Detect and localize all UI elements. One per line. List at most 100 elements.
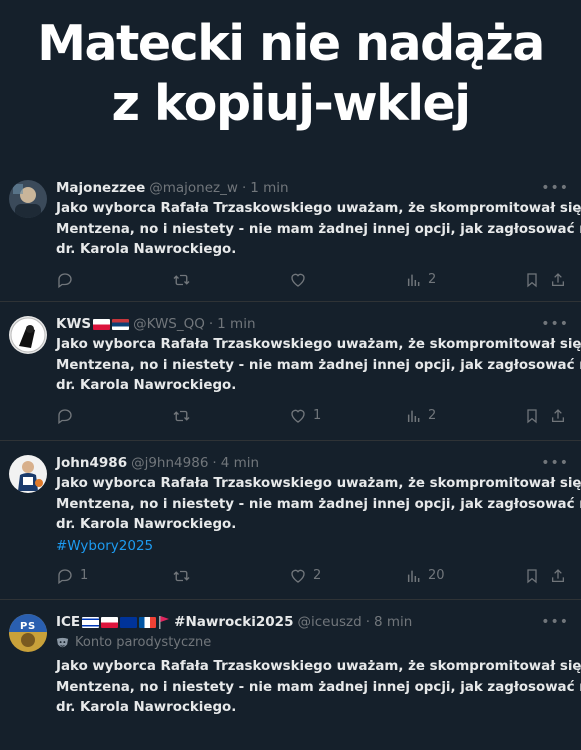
author-name[interactable]: John4986	[56, 453, 127, 473]
avatar[interactable]: P S	[9, 614, 47, 652]
more-dots-icon[interactable]: •••	[541, 455, 569, 471]
tweet-text: Jako wyborca Rafała Trzaskowskiego uważa…	[56, 199, 581, 261]
bookmark-icon	[527, 272, 537, 287]
tweet-text-line: Jako wyborca Rafała Trzaskowskiego uważa…	[56, 476, 581, 491]
author-handle[interactable]: @majonez_w	[149, 178, 238, 198]
tweet-text-line: Mentzena, no i niestety - nie mam żadnej…	[56, 357, 581, 373]
tweet-text-line: Jako wyborca Rafała Trzaskowskiego uważa…	[56, 337, 581, 352]
share-icon	[552, 568, 564, 582]
view-count: 20	[428, 568, 445, 583]
views-chart-icon	[407, 570, 420, 582]
avatar[interactable]	[9, 455, 47, 493]
serbia-flag-icon	[112, 318, 130, 330]
tweet-text-line: dr. Karola Nawrockiego.	[56, 378, 237, 393]
retweet-icon	[173, 274, 190, 285]
avatar[interactable]	[9, 316, 47, 354]
headline-line-2: z kopiuj-wklej	[111, 75, 471, 132]
views-button[interactable]: 20	[406, 565, 445, 587]
share-button[interactable]	[550, 405, 566, 427]
heart-icon	[291, 569, 305, 583]
author-handle[interactable]: @KWS_QQ	[133, 314, 205, 334]
tweet-text-line: dr. Karola Nawrockiego.	[56, 517, 237, 532]
timestamp[interactable]: 8 min	[374, 612, 412, 632]
name-flags	[93, 318, 130, 330]
author-handle[interactable]: @j9hn4986	[131, 453, 208, 473]
tweet-text: Jako wyborca Rafała Trzaskowskiego uważa…	[56, 335, 581, 397]
share-icon	[552, 272, 564, 286]
like-count: 2	[313, 568, 322, 583]
tweet-text-line: dr. Karola Nawrockiego.	[56, 700, 237, 715]
action-bar: 2	[56, 269, 569, 291]
reply-button[interactable]	[56, 269, 80, 291]
heart-icon	[291, 409, 305, 423]
tweet-text-line: Mentzena, no i niestety - nie mam żadnej…	[56, 221, 581, 237]
avatar[interactable]	[9, 180, 47, 218]
svg-text:S: S	[28, 621, 35, 632]
views-chart-icon	[407, 410, 420, 422]
view-count: 2	[428, 408, 437, 423]
heart-icon	[291, 273, 305, 287]
separator: ·	[212, 455, 217, 471]
retweet-icon	[173, 410, 190, 421]
author-handle[interactable]: @iceuszd	[297, 612, 361, 632]
views-button[interactable]: 2	[406, 269, 436, 291]
separator: ·	[241, 180, 247, 196]
bookmark-button[interactable]	[524, 405, 540, 427]
separator: ·	[365, 614, 370, 630]
bookmark-button[interactable]	[524, 565, 540, 587]
retweet-button[interactable]	[172, 405, 197, 427]
bookmark-button[interactable]	[524, 269, 540, 291]
more-dots-icon[interactable]: •••	[541, 180, 569, 196]
tweet[interactable]: P S ••• ICE #Nawrocki2025 @iceuszd · 8 m…	[0, 600, 581, 750]
tweet-text-line: dr. Karola Nawrockiego.	[56, 242, 237, 257]
parody-label: Konto parodystyczne	[56, 633, 569, 653]
more-dots-icon[interactable]: •••	[541, 316, 569, 332]
share-icon	[552, 408, 564, 422]
poland-flag-icon	[101, 616, 119, 628]
red-pennant-icon	[159, 616, 170, 629]
tweet[interactable]: ••• KWS @KWS_QQ · 1 min Jako wyborca Raf…	[0, 302, 581, 441]
action-bar: 1 2 20	[56, 565, 569, 587]
tweet-text-line: Mentzena, no i niestety - nie mam żadnej…	[56, 679, 581, 695]
like-button[interactable]: 1	[289, 405, 321, 427]
author-name[interactable]: Majonezzee	[56, 178, 145, 198]
name-flags	[82, 615, 170, 629]
retweet-button[interactable]	[172, 565, 197, 587]
views-chart-icon	[407, 274, 420, 286]
israel-flag-icon	[82, 616, 100, 628]
bookmark-icon	[527, 408, 537, 423]
like-button[interactable]	[289, 269, 313, 291]
views-button[interactable]: 2	[406, 405, 436, 427]
headline-line-1: Matecki nie nadąża	[37, 15, 545, 72]
tweet-feed: ••• Majonezzee @majonez_w · 1 min Jako w…	[0, 166, 581, 750]
share-button[interactable]	[550, 565, 566, 587]
headline: Matecki nie nadąża z kopiuj-wklej	[0, 0, 581, 150]
timestamp[interactable]: 4 min	[221, 453, 259, 473]
view-count: 2	[428, 272, 437, 287]
tweet-text-line: Mentzena, no i niestety - nie mam żadnej…	[56, 496, 581, 512]
reply-button[interactable]	[56, 405, 80, 427]
author-name-suffix[interactable]: #Nawrocki2025	[174, 612, 293, 632]
france-flag-icon	[139, 616, 157, 628]
reply-icon	[58, 272, 72, 288]
retweet-button[interactable]	[172, 269, 197, 291]
theater-mask-icon	[56, 637, 69, 647]
timestamp[interactable]: 1 min	[217, 314, 255, 334]
like-button[interactable]: 2	[289, 565, 321, 587]
author-name[interactable]: ICE	[56, 612, 80, 632]
hashtag-link[interactable]: #Wybory2025	[56, 536, 569, 557]
author-name[interactable]: KWS	[56, 314, 91, 334]
poland-flag-icon	[93, 318, 111, 330]
reply-button[interactable]: 1	[56, 565, 88, 587]
parody-label-text: Konto parodystyczne	[75, 635, 212, 650]
separator: ·	[208, 316, 214, 332]
action-bar: 1 2	[56, 405, 569, 427]
retweet-icon	[173, 570, 190, 581]
share-button[interactable]	[550, 269, 566, 291]
tweet[interactable]: ••• Majonezzee @majonez_w · 1 min Jako w…	[0, 166, 581, 302]
timestamp[interactable]: 1 min	[250, 178, 288, 198]
tweet[interactable]: ••• John4986 @j9hn4986 · 4 min Jako wybo…	[0, 441, 581, 600]
more-dots-icon[interactable]: •••	[541, 614, 569, 630]
tweet-text-line: Jako wyborca Rafała Trzaskowskiego uważa…	[56, 201, 581, 216]
svg-text:P: P	[20, 621, 27, 632]
